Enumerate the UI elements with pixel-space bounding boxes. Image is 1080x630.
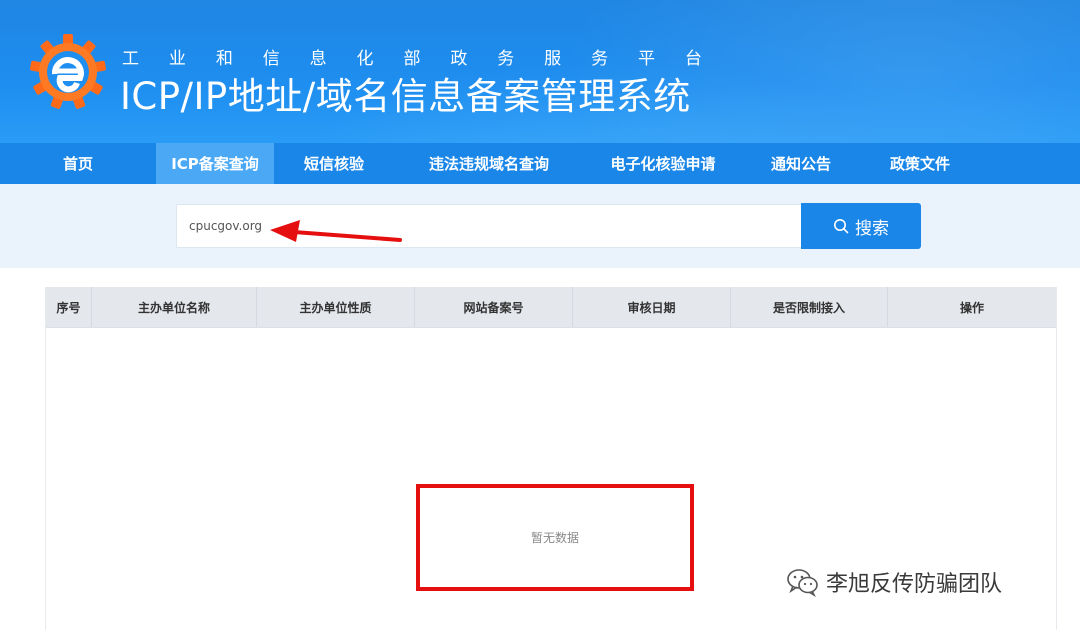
search-button[interactable]: 搜索 (801, 203, 921, 249)
empty-state: 暂无数据 (416, 484, 694, 591)
nav-item-e-verify-apply[interactable]: 电子化核验申请 (584, 143, 742, 184)
watermark: 李旭反传防骗团队 (786, 562, 1002, 602)
page-title: ICP/IP地址/域名信息备案管理系统 (120, 75, 691, 118)
empty-state-text: 暂无数据 (530, 531, 579, 545)
main-nav: 首页 ICP备案查询 短信核验 违法违规域名查询 电子化核验申请 通知公告 政策… (0, 143, 1080, 184)
column-header: 网站备案号 (415, 287, 573, 327)
nav-item-illegal-domain-query[interactable]: 违法违规域名查询 (394, 143, 584, 184)
nav-item-icp-query[interactable]: ICP备案查询 (156, 143, 274, 184)
wechat-icon (787, 569, 818, 597)
search-button-label: 搜索 (855, 218, 889, 239)
table-header: 序号 主办单位名称 主办单位性质 网站备案号 审核日期 是否限制接入 操作 (46, 287, 1056, 328)
gear-logo-icon (30, 34, 106, 109)
search-area: cpucgov.org 搜索 (0, 184, 1080, 268)
column-header: 审核日期 (573, 287, 731, 327)
site-header: 工 业 和 信 息 化 部 政 务 服 务 平 台 ICP/IP地址/域名信息备… (0, 0, 1080, 143)
nav-item-policy-docs[interactable]: 政策文件 (860, 143, 980, 184)
watermark-text: 李旭反传防骗团队 (826, 572, 1003, 597)
column-header: 主办单位性质 (257, 287, 415, 327)
nav-item-notices[interactable]: 通知公告 (742, 143, 860, 184)
column-header: 序号 (46, 287, 92, 327)
search-icon (834, 219, 849, 234)
column-header: 操作 (959, 300, 984, 315)
nav-item-sms-verify[interactable]: 短信核验 (274, 143, 394, 184)
column-header: 主办单位名称 (92, 287, 257, 327)
nav-item-home[interactable]: 首页 (0, 143, 156, 184)
column-header: 是否限制接入 (731, 287, 888, 327)
annotation-arrow (270, 220, 402, 242)
